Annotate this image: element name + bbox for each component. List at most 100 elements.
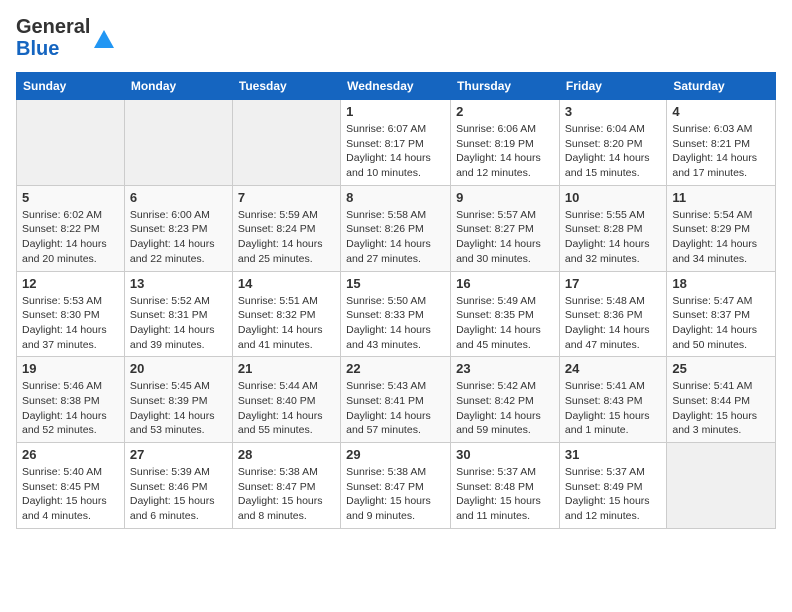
day-number: 16 [456,276,554,291]
calendar-cell: 4 Sunrise: 6:03 AMSunset: 8:21 PMDaylight… [667,100,776,186]
day-number: 8 [346,190,445,205]
day-info: Sunrise: 5:42 AMSunset: 8:42 PMDaylight:… [456,379,554,438]
day-number: 2 [456,104,554,119]
calendar-cell: 11 Sunrise: 5:54 AMSunset: 8:29 PMDayligh… [667,185,776,271]
calendar-cell: 1 Sunrise: 6:07 AMSunset: 8:17 PMDaylight… [341,100,451,186]
day-number: 10 [565,190,661,205]
logo-container: GeneralBlue [16,16,118,60]
day-info: Sunrise: 5:54 AMSunset: 8:29 PMDaylight:… [672,208,770,267]
calendar-cell: 21Sunrise: 5:44 AMSunset: 8:40 PMDayligh… [232,357,340,443]
day-number: 11 [672,190,770,205]
day-info: Sunrise: 5:53 AMSunset: 8:30 PMDaylight:… [22,294,119,353]
day-number: 18 [672,276,770,291]
logo-line1: General [16,16,90,38]
calendar-cell: 19 Sunrise: 5:46 AMSunset: 8:38 PMDayligh… [17,357,125,443]
calendar-cell: 26 Sunrise: 5:40 AMSunset: 8:45 PMDayligh… [17,443,125,529]
calendar-cell: 2 Sunrise: 6:06 AMSunset: 8:19 PMDaylight… [451,100,560,186]
day-info: Sunrise: 5:47 AMSunset: 8:37 PMDaylight:… [672,294,770,353]
calendar-cell: 10 Sunrise: 5:55 AMSunset: 8:28 PMDayligh… [559,185,666,271]
calendar-cell: 28 Sunrise: 5:38 AMSunset: 8:47 PMDayligh… [232,443,340,529]
weekday-header: Sunday [17,73,125,100]
calendar-cell: 17 Sunrise: 5:48 AMSunset: 8:36 PMDayligh… [559,271,666,357]
calendar-cell: 24 Sunrise: 5:41 AMSunset: 8:43 PMDayligh… [559,357,666,443]
calendar-cell [232,100,340,186]
day-number: 1 [346,104,445,119]
logo-triangle-icon [90,24,118,52]
calendar-header-row: SundayMondayTuesdayWednesdayThursdayFrid… [17,73,776,100]
day-number: 23 [456,361,554,376]
day-info: Sunrise: 6:04 AMSunset: 8:20 PMDaylight:… [565,122,661,181]
day-number: 31 [565,447,661,462]
calendar-cell: 29 Sunrise: 5:38 AMSunset: 8:47 PMDayligh… [341,443,451,529]
day-info: Sunrise: 5:39 AMSunset: 8:46 PMDaylight:… [130,465,227,524]
calendar-cell: 22 Sunrise: 5:43 AMSunset: 8:41 PMDayligh… [341,357,451,443]
calendar-cell: 5Sunrise: 6:02 AMSunset: 8:22 PMDaylight… [17,185,125,271]
day-number: 26 [22,447,119,462]
weekday-header: Friday [559,73,666,100]
calendar-week-row: 1 Sunrise: 6:07 AMSunset: 8:17 PMDaylight… [17,100,776,186]
day-info: Sunrise: 5:46 AMSunset: 8:38 PMDaylight:… [22,379,119,438]
day-number: 30 [456,447,554,462]
day-number: 9 [456,190,554,205]
calendar-cell: 14Sunrise: 5:51 AMSunset: 8:32 PMDayligh… [232,271,340,357]
calendar-cell: 8Sunrise: 5:58 AMSunset: 8:26 PMDaylight… [341,185,451,271]
calendar-cell [17,100,125,186]
day-info: Sunrise: 6:00 AMSunset: 8:23 PMDaylight:… [130,208,227,267]
calendar-cell: 23 Sunrise: 5:42 AMSunset: 8:42 PMDayligh… [451,357,560,443]
day-info: Sunrise: 5:48 AMSunset: 8:36 PMDaylight:… [565,294,661,353]
day-info: Sunrise: 5:41 AMSunset: 8:43 PMDaylight:… [565,379,661,438]
day-number: 15 [346,276,445,291]
day-number: 17 [565,276,661,291]
day-info: Sunrise: 5:55 AMSunset: 8:28 PMDaylight:… [565,208,661,267]
calendar-cell [124,100,232,186]
calendar-cell: 27 Sunrise: 5:39 AMSunset: 8:46 PMDayligh… [124,443,232,529]
day-number: 22 [346,361,445,376]
logo-line2: Blue [16,38,90,60]
day-info: Sunrise: 5:41 AMSunset: 8:44 PMDaylight:… [672,379,770,438]
calendar-cell: 30 Sunrise: 5:37 AMSunset: 8:48 PMDayligh… [451,443,560,529]
day-info: Sunrise: 5:44 AMSunset: 8:40 PMDaylight:… [238,379,335,438]
calendar-table: SundayMondayTuesdayWednesdayThursdayFrid… [16,72,776,529]
day-info: Sunrise: 5:57 AMSunset: 8:27 PMDaylight:… [456,208,554,267]
day-info: Sunrise: 5:38 AMSunset: 8:47 PMDaylight:… [346,465,445,524]
page-header: GeneralBlue [16,16,776,60]
day-info: Sunrise: 6:07 AMSunset: 8:17 PMDaylight:… [346,122,445,181]
day-info: Sunrise: 5:43 AMSunset: 8:41 PMDaylight:… [346,379,445,438]
weekday-header: Thursday [451,73,560,100]
day-number: 29 [346,447,445,462]
day-info: Sunrise: 5:37 AMSunset: 8:49 PMDaylight:… [565,465,661,524]
day-number: 28 [238,447,335,462]
calendar-cell: 15Sunrise: 5:50 AMSunset: 8:33 PMDayligh… [341,271,451,357]
calendar-week-row: 26 Sunrise: 5:40 AMSunset: 8:45 PMDayligh… [17,443,776,529]
day-number: 3 [565,104,661,119]
weekday-header: Wednesday [341,73,451,100]
weekday-header: Saturday [667,73,776,100]
day-info: Sunrise: 5:37 AMSunset: 8:48 PMDaylight:… [456,465,554,524]
calendar-cell: 9 Sunrise: 5:57 AMSunset: 8:27 PMDaylight… [451,185,560,271]
day-number: 6 [130,190,227,205]
calendar-week-row: 12Sunrise: 5:53 AMSunset: 8:30 PMDayligh… [17,271,776,357]
day-number: 25 [672,361,770,376]
day-number: 13 [130,276,227,291]
calendar-cell: 25 Sunrise: 5:41 AMSunset: 8:44 PMDayligh… [667,357,776,443]
calendar-cell: 18 Sunrise: 5:47 AMSunset: 8:37 PMDayligh… [667,271,776,357]
day-number: 5 [22,190,119,205]
day-number: 4 [672,104,770,119]
calendar-cell: 20Sunrise: 5:45 AMSunset: 8:39 PMDayligh… [124,357,232,443]
day-info: Sunrise: 6:03 AMSunset: 8:21 PMDaylight:… [672,122,770,181]
calendar-cell: 7Sunrise: 5:59 AMSunset: 8:24 PMDaylight… [232,185,340,271]
weekday-header: Monday [124,73,232,100]
calendar-week-row: 19 Sunrise: 5:46 AMSunset: 8:38 PMDayligh… [17,357,776,443]
day-info: Sunrise: 5:38 AMSunset: 8:47 PMDaylight:… [238,465,335,524]
day-number: 24 [565,361,661,376]
day-number: 19 [22,361,119,376]
day-info: Sunrise: 6:06 AMSunset: 8:19 PMDaylight:… [456,122,554,181]
calendar-cell: 13 Sunrise: 5:52 AMSunset: 8:31 PMDayligh… [124,271,232,357]
day-info: Sunrise: 5:52 AMSunset: 8:31 PMDaylight:… [130,294,227,353]
day-number: 7 [238,190,335,205]
day-number: 27 [130,447,227,462]
day-number: 14 [238,276,335,291]
day-info: Sunrise: 5:40 AMSunset: 8:45 PMDaylight:… [22,465,119,524]
calendar-cell: 16Sunrise: 5:49 AMSunset: 8:35 PMDayligh… [451,271,560,357]
day-number: 20 [130,361,227,376]
